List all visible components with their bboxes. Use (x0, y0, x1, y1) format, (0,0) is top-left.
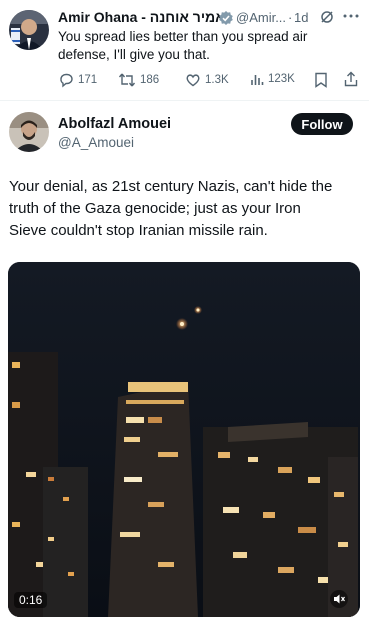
views-chart-icon (250, 72, 264, 86)
main-tweet-text-line-1: Your denial, as 21st century Nazis, can'… (9, 178, 333, 195)
video-timestamp: 0:16 (14, 592, 48, 608)
abolfazl-avatar[interactable] (9, 112, 49, 152)
retweet-icon (118, 72, 136, 88)
reply-count: 171 (78, 74, 98, 86)
reply-icon (58, 72, 74, 88)
main-tweet-text-line-3: Sieve couldn't stop Iranian missile rain… (9, 222, 268, 239)
grok-icon[interactable] (320, 10, 334, 24)
video-player[interactable] (8, 262, 360, 617)
time-separator: · (288, 10, 293, 25)
bookmark-icon[interactable] (314, 72, 328, 88)
like-count: 1.3K (205, 74, 229, 86)
like-button[interactable]: 1.3K (185, 72, 229, 88)
amir-avatar[interactable] (9, 10, 49, 50)
divider (0, 100, 369, 101)
more-options-icon[interactable] (343, 13, 359, 19)
tweet-time[interactable]: 1d (294, 10, 308, 25)
views-button[interactable]: 123K (250, 72, 295, 86)
main-tweet-text-line-2: truth of the Gaza genocide; just as your… (9, 200, 301, 217)
mute-speaker-icon[interactable] (330, 590, 348, 608)
amir-author-name[interactable]: Amir Ohana - אמיר אוחנה (58, 9, 225, 25)
follow-button[interactable]: Follow (291, 113, 353, 135)
reply-tweet-text-line-1: You spread lies better than you spread a… (58, 29, 308, 44)
heart-icon (185, 72, 201, 88)
share-icon[interactable] (344, 71, 358, 87)
retweet-button[interactable]: 186 (118, 72, 159, 88)
verified-badge-icon (218, 10, 234, 26)
amir-handle[interactable]: @Amir... (236, 10, 286, 25)
retweet-count: 186 (140, 74, 160, 86)
reply-tweet-text-line-2: defense, I'll give you that. (58, 47, 210, 62)
abolfazl-handle[interactable]: @A_Amouei (58, 135, 134, 150)
abolfazl-author-name[interactable]: Abolfazl Amouei (58, 116, 171, 132)
view-count: 123K (268, 73, 295, 85)
reply-button[interactable]: 171 (58, 72, 97, 88)
